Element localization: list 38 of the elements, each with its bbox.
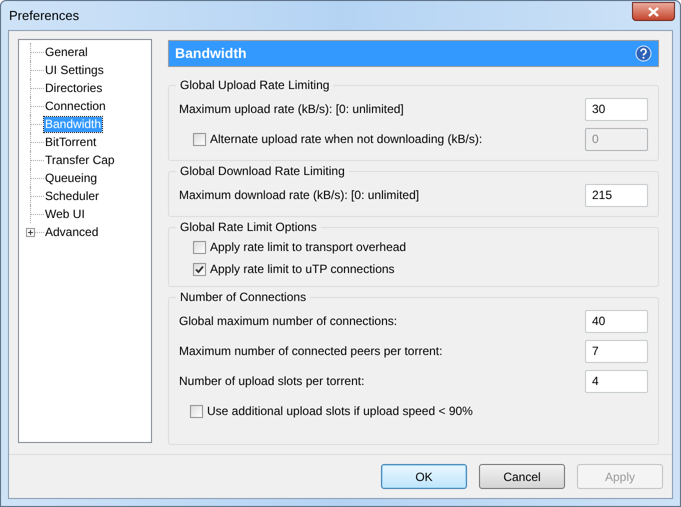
section-title: Bandwidth [175, 44, 247, 63]
expand-icon[interactable] [26, 228, 35, 236]
checkbox-label[interactable]: Use additional upload slots if upload speed < 90% [207, 402, 473, 420]
input-field[interactable]: 30 [585, 98, 648, 120]
field-label: Global maximum number of connections: [179, 313, 398, 330]
field-label: Maximum upload rate (kB/s): [0: unlimited] [179, 101, 404, 118]
tree-item[interactable]: Advanced [44, 224, 100, 240]
group-title: Global Rate Limit Options [176, 220, 321, 235]
input-field[interactable]: 40 [585, 310, 648, 332]
tree-item[interactable]: Directories [44, 80, 104, 96]
check-icon [195, 264, 204, 274]
tree-item[interactable]: General [44, 44, 89, 60]
group-title: Global Download Rate Limiting [176, 164, 349, 179]
field-label: Maximum download rate (kB/s): [0: unlimited] [179, 187, 420, 204]
field-label: Maximum number of connected peers per torrent: [179, 343, 442, 360]
tree-item[interactable]: UI Settings [44, 62, 105, 78]
checkbox[interactable] [193, 262, 206, 276]
help-icon[interactable] [635, 45, 652, 62]
input-field[interactable]: 215 [585, 184, 648, 206]
checkbox[interactable] [190, 404, 203, 418]
dialog-button[interactable]: OK [381, 464, 467, 489]
checkbox[interactable] [193, 240, 206, 254]
tree-item[interactable]: Transfer Cap [44, 152, 116, 168]
window-title: Preferences [9, 6, 80, 25]
tree-item[interactable]: Queueing [44, 170, 98, 186]
checkbox-label[interactable]: Apply rate limit to uTP connections [210, 260, 395, 278]
input-field[interactable]: 7 [585, 340, 648, 362]
tree-item[interactable]: Connection [44, 98, 107, 114]
close-button[interactable] [632, 2, 675, 21]
close-icon [648, 6, 659, 16]
field-label: Number of upload slots per torrent: [179, 373, 364, 390]
tree-item[interactable]: BitTorrent [44, 134, 98, 150]
checkbox-label[interactable]: Apply rate limit to transport overhead [210, 238, 406, 256]
tree-item[interactable]: Scheduler [44, 188, 100, 204]
dialog-button[interactable]: Cancel [479, 464, 565, 489]
group-title: Global Upload Rate Limiting [176, 78, 334, 93]
input-field[interactable]: 4 [585, 370, 648, 392]
tree-item[interactable]: Web UI [44, 206, 86, 222]
